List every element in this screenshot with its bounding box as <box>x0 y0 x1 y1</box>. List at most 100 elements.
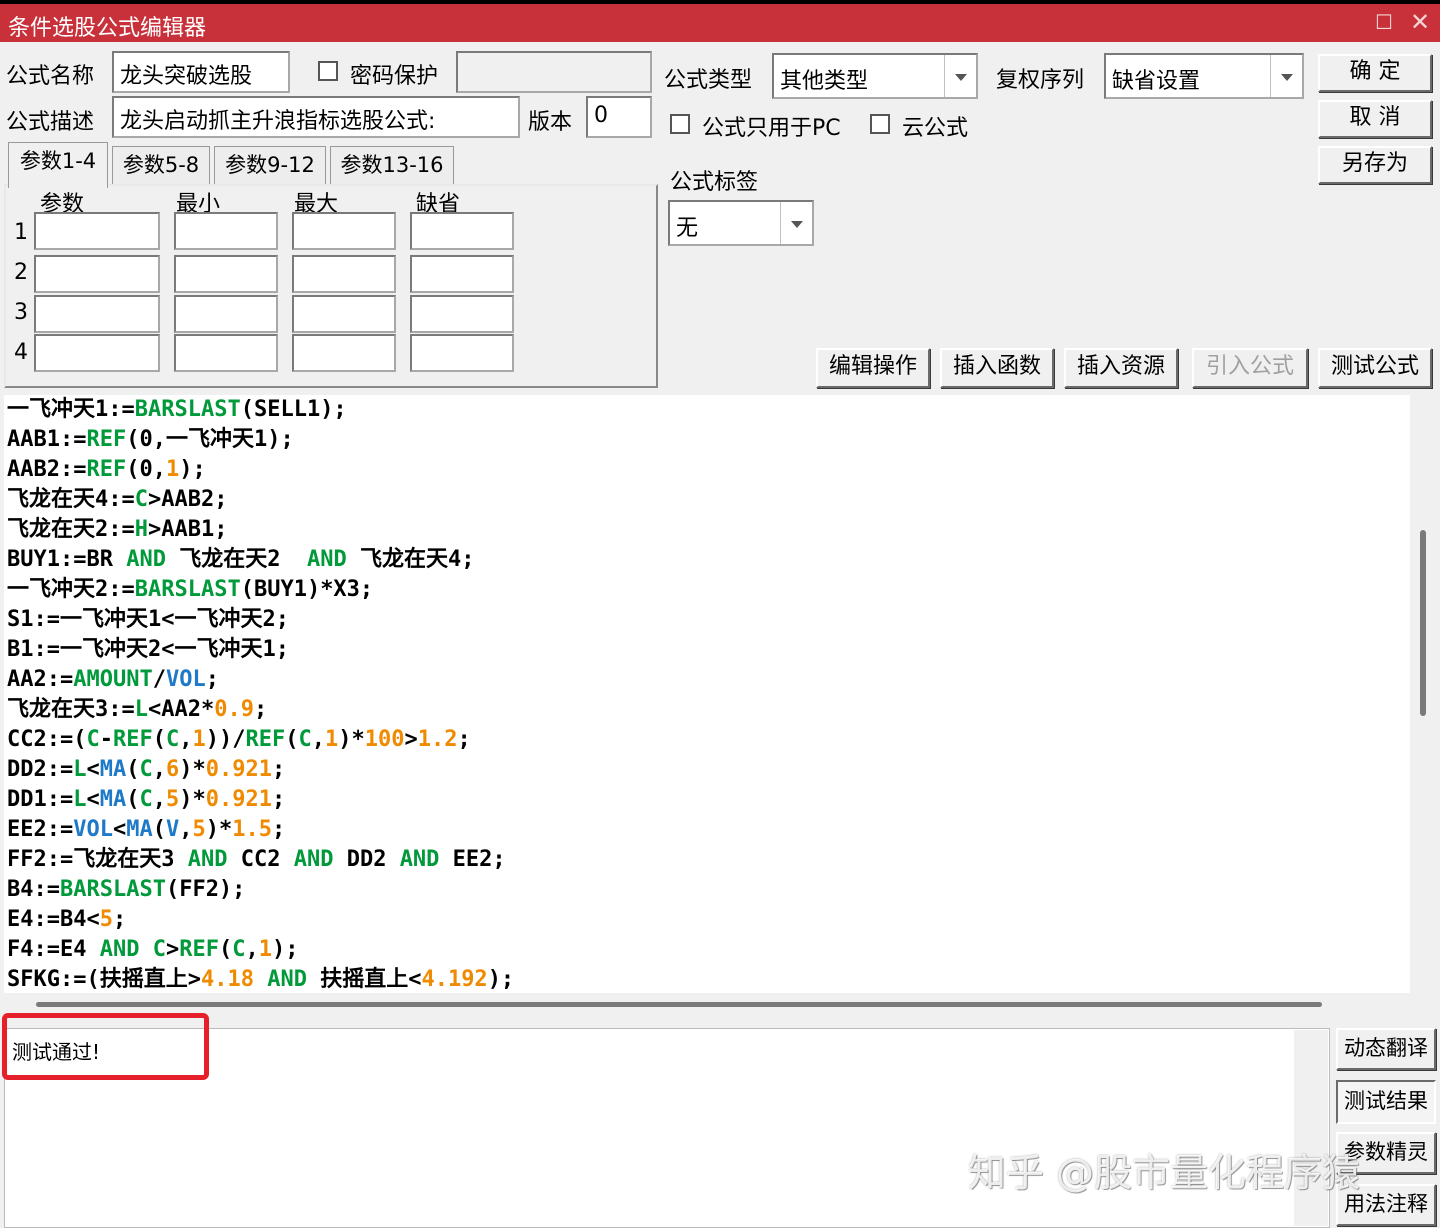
param-min-input[interactable] <box>174 212 278 250</box>
param-name-input[interactable] <box>34 255 160 293</box>
code-line: 飞龙在天3:=L<AA2*0.9; <box>7 695 267 725</box>
code-token: 飞龙在天4; <box>346 547 475 572</box>
code-token: 飞龙在天2 <box>165 547 307 572</box>
code-token: 0.921 <box>205 787 272 812</box>
param-row-number: 3 <box>14 300 28 325</box>
password-input[interactable] <box>456 51 652 93</box>
code-token: MA <box>99 757 127 782</box>
code-token: , <box>179 727 193 752</box>
code-line: F4:=E4 AND C>REF(C,1); <box>7 935 298 965</box>
tab-params-9-12[interactable]: 参数9-12 <box>214 146 326 186</box>
code-token: 飞龙在天2:= <box>7 517 135 542</box>
code-token: 1 <box>192 727 206 752</box>
code-token: EE2; <box>439 847 506 872</box>
import-formula-button[interactable]: 引入公式 <box>1192 348 1308 388</box>
param-max-input[interactable] <box>292 212 396 250</box>
code-token: C <box>165 727 180 752</box>
param-default-input[interactable] <box>410 295 514 333</box>
code-token: REF <box>86 457 127 482</box>
version-input[interactable]: 0 <box>586 96 652 138</box>
formula-desc-input[interactable]: 龙头启动抓主升浪指标选股公式: <box>112 96 520 138</box>
insert-resource-button[interactable]: 插入资源 <box>1064 348 1178 388</box>
code-vertical-scroll-thumb[interactable] <box>1420 530 1426 716</box>
param-row-number: 2 <box>14 260 28 285</box>
code-token: B4:= <box>7 877 60 902</box>
code-token: REF <box>245 727 286 752</box>
code-token: ; <box>271 817 286 842</box>
code-line: 飞龙在天2:=H>AAB1; <box>7 515 227 545</box>
test-result-button[interactable]: 测试结果 <box>1336 1080 1436 1124</box>
code-token: AND <box>99 937 140 962</box>
param-default-input[interactable] <box>410 212 514 250</box>
code-token: 1 <box>165 457 180 482</box>
code-token: 1 <box>258 937 272 962</box>
code-token: AND <box>126 547 166 572</box>
param-default-input[interactable] <box>410 334 514 372</box>
code-token: ))/ <box>205 727 246 752</box>
param-default-input[interactable] <box>410 255 514 293</box>
code-token: ; <box>457 727 471 752</box>
code-token: ( <box>152 817 166 842</box>
maximize-icon[interactable]: ☐ <box>1372 10 1396 34</box>
insert-function-button[interactable]: 插入函数 <box>940 348 1054 388</box>
ok-button[interactable]: 确 定 <box>1318 54 1432 92</box>
chevron-down-icon[interactable] <box>780 202 812 244</box>
cloud-formula-checkbox[interactable] <box>870 114 890 134</box>
param-name-input[interactable] <box>34 334 160 372</box>
formula-name-input[interactable]: 龙头突破选股 <box>112 51 290 93</box>
password-protect-checkbox[interactable] <box>318 61 338 81</box>
code-token: L <box>73 787 87 812</box>
rights-sequence-select[interactable]: 缺省设置 <box>1104 53 1304 99</box>
code-token: ; <box>271 757 286 782</box>
code-token: ( <box>126 787 140 812</box>
code-token: SFKG:=(扶摇直上> <box>7 967 201 992</box>
pc-only-checkbox[interactable] <box>670 114 690 134</box>
code-token: - <box>99 727 113 752</box>
code-token: 1.5 <box>232 817 272 842</box>
formula-tag-select[interactable]: 无 <box>668 200 814 246</box>
code-token: L <box>73 757 87 782</box>
chevron-down-icon[interactable] <box>944 55 976 97</box>
code-token: ( <box>126 757 140 782</box>
code-token: C <box>139 787 153 812</box>
save-as-button[interactable]: 另存为 <box>1318 146 1432 184</box>
param-name-input[interactable] <box>34 295 160 333</box>
code-token: 飞龙在天3:= <box>7 697 135 722</box>
code-token: 5 <box>165 787 180 812</box>
code-line: B1:=一飞冲天2<一飞冲天1; <box>7 635 289 665</box>
close-icon[interactable]: ✕ <box>1406 8 1434 36</box>
chevron-down-icon[interactable] <box>1270 55 1302 97</box>
code-token: ); <box>179 457 206 482</box>
code-token: 5 <box>99 907 113 932</box>
cancel-button[interactable]: 取 消 <box>1318 100 1432 138</box>
param-max-input[interactable] <box>292 255 396 293</box>
param-min-input[interactable] <box>174 295 278 333</box>
code-token: F4:=E4 <box>7 937 100 962</box>
code-line: BUY1:=BR AND 飞龙在天2 AND 飞龙在天4; <box>7 545 474 575</box>
param-max-input[interactable] <box>292 295 396 333</box>
code-line: FF2:=飞龙在天3 AND CC2 AND DD2 AND EE2; <box>7 845 506 875</box>
code-editor[interactable]: 一飞冲天1:=BARSLAST(SELL1); AAB1:=REF(0,一飞冲天1… <box>4 395 1410 993</box>
code-token: ( <box>152 727 166 752</box>
code-token: 1.2 <box>417 727 458 752</box>
code-horizontal-scroll-thumb[interactable] <box>36 1002 1322 1007</box>
tab-params-13-16[interactable]: 参数13-16 <box>330 146 454 186</box>
test-formula-button[interactable]: 测试公式 <box>1318 348 1432 388</box>
param-max-input[interactable] <box>292 334 396 372</box>
tab-params-5-8[interactable]: 参数5-8 <box>112 146 210 186</box>
code-token: >AAB2; <box>148 487 228 512</box>
param-name-input[interactable] <box>34 212 160 250</box>
tab-params-1-4[interactable]: 参数1-4 <box>8 142 108 188</box>
param-min-input[interactable] <box>174 255 278 293</box>
code-token: FF2:=飞龙在天3 <box>7 847 188 872</box>
code-token: S1:=一飞冲天1<一飞冲天2; <box>7 607 289 632</box>
code-token: AAB1:= <box>7 427 87 452</box>
edit-ops-button[interactable]: 编辑操作 <box>816 348 930 388</box>
formula-type-select[interactable]: 其他类型 <box>772 53 978 99</box>
dynamic-translate-button[interactable]: 动态翻译 <box>1336 1028 1436 1070</box>
code-token: (FF2); <box>165 877 246 902</box>
param-min-input[interactable] <box>174 334 278 372</box>
code-token: (0,一飞冲天1); <box>126 427 294 452</box>
code-token: BARSLAST <box>134 577 241 602</box>
